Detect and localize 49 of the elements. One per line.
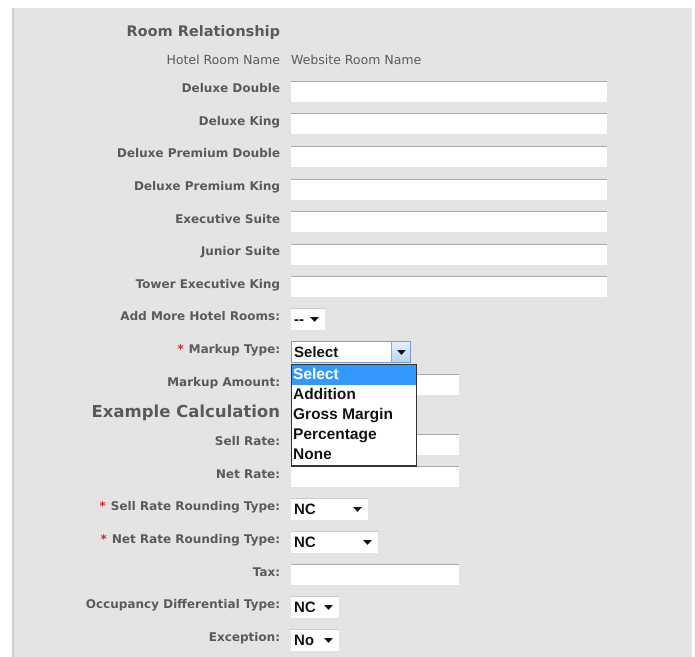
dropdown-option[interactable]: None: [292, 445, 416, 466]
dropdown-option[interactable]: Percentage: [292, 425, 416, 446]
text-field[interactable]: [291, 564, 459, 586]
field-label: Sell Rate:: [214, 434, 280, 448]
website-room-name-field[interactable]: [291, 146, 607, 167]
website-room-name-field[interactable]: [291, 113, 607, 134]
caret-icon: [310, 317, 319, 322]
room-name: Deluxe Double: [180, 80, 280, 98]
room-name: Deluxe King: [198, 112, 280, 130]
field-label: Net Rate Rounding Type:: [112, 532, 280, 546]
field-label: Net Rate:: [216, 466, 280, 481]
caret-icon: [324, 605, 333, 610]
field-label: Add More Hotel Rooms:: [120, 309, 280, 324]
text-field[interactable]: [291, 466, 459, 488]
website-room-name-field[interactable]: [291, 80, 607, 102]
field-label: Sell Rate Rounding Type:: [110, 499, 280, 514]
field-label: Markup Amount:: [167, 374, 280, 389]
dropdown[interactable]: NC: [291, 498, 368, 520]
section-heading: Example Calculation: [90, 400, 280, 423]
section-title: Room Relationship: [126, 23, 280, 42]
room-name: Junior Suite: [199, 243, 280, 260]
dropdown[interactable]: NC: [291, 596, 339, 618]
required-mark: *: [100, 532, 107, 546]
caret-icon: [324, 638, 333, 643]
field-label: Occupancy Differential Type:: [86, 597, 280, 612]
website-room-name-field[interactable]: [291, 244, 607, 265]
required-mark: *: [177, 342, 184, 356]
dropdown-option[interactable]: Addition: [292, 385, 416, 406]
field-label: Tax:: [252, 564, 280, 579]
caret-icon: [396, 350, 406, 355]
website-room-name-field[interactable]: [291, 211, 607, 232]
dropdown[interactable]: NC: [291, 531, 378, 554]
caret-icon: [363, 540, 372, 546]
dropdown[interactable]: --: [291, 308, 325, 330]
dropdown[interactable]: Select: [291, 341, 411, 364]
dropdown-option[interactable]: Gross Margin: [292, 405, 416, 426]
website-room-name-field[interactable]: [291, 178, 607, 200]
room-name: Executive Suite: [174, 210, 280, 228]
field-label: Exception:: [208, 630, 280, 644]
column-header: Website Room Name: [291, 50, 422, 68]
column-header: Hotel Room Name: [165, 50, 280, 68]
room-name: Deluxe Premium Double: [116, 145, 280, 162]
dropdown[interactable]: No: [291, 628, 339, 651]
caret-icon: [353, 507, 362, 512]
field-label: Markup Type:: [188, 342, 280, 356]
required-mark: *: [99, 499, 106, 514]
room-name: Tower Executive King: [134, 276, 280, 293]
room-name: Deluxe Premium King: [132, 178, 280, 196]
website-room-name-field[interactable]: [291, 276, 607, 298]
